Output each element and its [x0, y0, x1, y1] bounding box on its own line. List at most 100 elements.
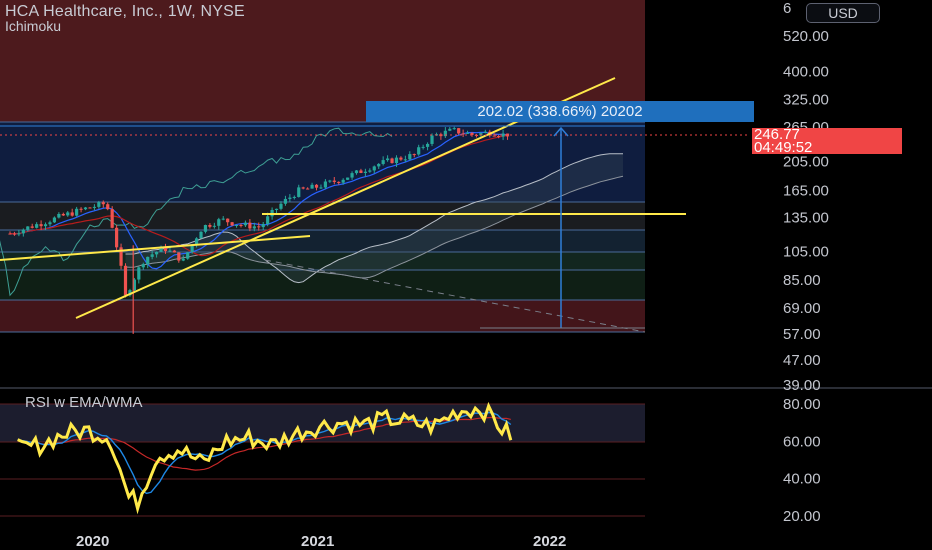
rsi-tick-label: 80.00 [783, 396, 821, 413]
candle-body [168, 250, 172, 252]
candle-body [399, 157, 403, 160]
candle-body [394, 157, 399, 164]
candle-body [43, 224, 48, 227]
candle-body [497, 136, 501, 138]
currency-button[interactable]: USD [806, 3, 880, 23]
candle-body [21, 229, 25, 234]
candle-body [146, 256, 150, 265]
candle-body [314, 184, 319, 188]
candle-body [341, 179, 345, 183]
candle-body [261, 223, 265, 228]
candle-body [266, 216, 270, 224]
candle-body [110, 209, 114, 228]
chart-canvas[interactable]: 520.00400.00325.00265.00205.00165.00135.… [0, 0, 932, 550]
candle-body [323, 181, 328, 188]
candle-body [417, 147, 421, 155]
candle-body [252, 226, 256, 229]
candle-body [70, 212, 74, 216]
candle-body [465, 132, 470, 134]
price-tick-label: 69.00 [783, 300, 821, 317]
measure-label: 202.02 (338.66%) 20202 [366, 101, 754, 122]
price-tick-label: 57.00 [783, 326, 821, 343]
candle-body [181, 258, 185, 261]
price-tag: 246.77 04:49:52 [752, 127, 902, 156]
rsi-label[interactable]: RSI w EMA/WMA [25, 394, 143, 411]
candle-body [425, 143, 430, 147]
rsi-tick-label: 20.00 [783, 508, 821, 525]
time-tick-label: 2021 [301, 533, 334, 550]
candle-body [30, 226, 34, 228]
rsi-tick-label: 40.00 [783, 471, 821, 488]
candle-body [359, 170, 363, 173]
candle-body [430, 135, 434, 144]
fib-band-2 [0, 230, 645, 252]
candle-body [243, 222, 248, 226]
time-tick-label: 2020 [76, 533, 109, 550]
candle-body [115, 227, 119, 248]
price-tick-label: 105.00 [783, 244, 829, 261]
rsi-axis[interactable]: 80.00 60.00 40.00 20.00 [783, 396, 821, 525]
candle-body [199, 231, 203, 239]
candle-body [283, 198, 288, 204]
rsi-tick-label: 60.00 [783, 433, 821, 450]
candle-body [172, 250, 176, 253]
candle-body [381, 160, 385, 164]
candle-body [319, 187, 323, 189]
candle-body [39, 224, 43, 227]
price-tick-label: 325.00 [783, 91, 829, 108]
candle-body [217, 219, 221, 226]
candle-body [274, 208, 279, 210]
candle-body [332, 180, 336, 182]
candle-body [88, 207, 92, 209]
fib-band-4 [0, 270, 645, 300]
price-tick-label: 39.00 [783, 377, 821, 394]
support-zone [0, 300, 645, 332]
candle-body [328, 180, 332, 182]
price-tick-label: 135.00 [783, 210, 829, 227]
candle-body [123, 265, 128, 296]
candle-body [221, 218, 225, 220]
candle-body [26, 226, 30, 230]
candle-body [257, 226, 261, 228]
candle-body [186, 252, 190, 259]
candle-body [12, 233, 17, 235]
candle-body [412, 154, 416, 156]
candle-body [230, 222, 234, 226]
time-tick-label: 2022 [533, 533, 566, 550]
candle-body [35, 224, 39, 228]
candle-body [48, 222, 52, 225]
candle-body [288, 197, 292, 199]
candle-body [452, 128, 456, 130]
time-axis[interactable]: 2020 2021 2022 [76, 533, 566, 550]
candle-body [372, 166, 376, 171]
price-axis[interactable]: 520.00400.00325.00265.00205.00165.00135.… [783, 0, 829, 394]
candle-body [234, 224, 239, 226]
candle-body [346, 177, 350, 180]
candle-body [363, 171, 367, 173]
candle-body [408, 154, 412, 160]
candle-body [403, 159, 407, 161]
candle-body [177, 252, 181, 261]
candle-body [390, 158, 394, 164]
price-tick-label: 520.00 [783, 28, 829, 45]
candle-body [421, 146, 425, 148]
candle-body [150, 254, 154, 257]
candle-body [226, 218, 230, 223]
candle-body [52, 217, 57, 223]
candle-body [492, 135, 496, 137]
indicator-label[interactable]: Ichimoku [5, 18, 61, 34]
candle-body [194, 238, 199, 245]
fib-band-3 [0, 252, 645, 270]
candle-body [385, 158, 390, 161]
candle-body [292, 196, 296, 198]
price-tick-label-partial: 6 [783, 0, 791, 17]
candle-body [61, 213, 65, 216]
candle-body [203, 225, 208, 232]
candle-body [75, 208, 79, 216]
price-tick-label: 47.00 [783, 352, 821, 369]
candle-body [101, 202, 105, 205]
candle-body [92, 206, 97, 208]
bar-countdown: 04:49:52 [754, 139, 813, 156]
candle-body [457, 128, 461, 134]
candle-body [66, 212, 70, 216]
